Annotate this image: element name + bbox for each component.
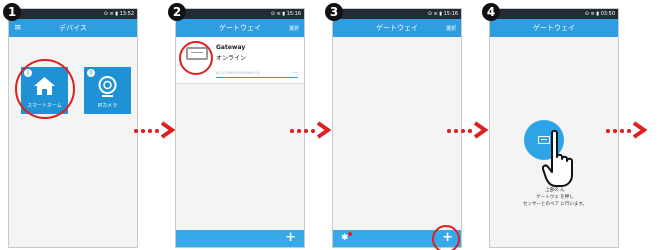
- pairing-instructions: 上部の ん ゲートウェ を押し センサーとのペア に行います。: [498, 187, 612, 208]
- phone-screen-4: ▪ ⊙ ≋ ▮ 03:50 ゲートウェイ 上部の ん ゲートウェ を押し センサ…: [489, 8, 619, 248]
- instruction-line: センサーとのペア に行います。: [523, 202, 587, 207]
- gateway-name: Gateway: [216, 44, 246, 51]
- highlight-ring: [179, 41, 213, 75]
- chevron-right-icon: [316, 121, 332, 139]
- camera-icon: [98, 76, 117, 97]
- chevron-right-icon: [632, 121, 648, 139]
- bottom-bar: +: [176, 230, 304, 247]
- page-title: ゲートウェイ: [533, 24, 575, 32]
- step-badge-4: 4: [482, 3, 500, 21]
- app-bar: ゲートウェイ 選択: [333, 19, 461, 37]
- status-indicators: ⊙ ≋ ▮ 13:52: [103, 11, 134, 17]
- page-title: ゲートウェイ: [376, 24, 418, 32]
- status-indicators: ⊙ ≋ ▮ 15:16: [270, 11, 301, 17]
- page-title: デバイス: [59, 24, 87, 32]
- tile-label: IPカメラ: [97, 103, 118, 109]
- step-badge-1: 1: [3, 3, 21, 21]
- divider: [216, 77, 298, 78]
- status-indicators: ⊙ ≋ ▮ 15:16: [427, 11, 458, 17]
- status-bar: ▪ ⊙ ≋ ▮ 15:16: [333, 9, 461, 19]
- device-count-badge: 0: [87, 69, 95, 77]
- gateway-serial: A11C5R60295NW9H7A: [216, 71, 261, 75]
- app-bar: ゲートウェイ 選択: [176, 19, 304, 37]
- select-button[interactable]: 選択: [446, 25, 456, 32]
- app-bar: ≡ デバイス: [9, 19, 137, 37]
- notification-dot: [348, 232, 352, 236]
- page-title: ゲートウェイ: [219, 24, 261, 32]
- highlight-ring: [15, 59, 75, 119]
- hamburger-menu-icon[interactable]: ≡: [14, 23, 22, 33]
- step-badge-3: 3: [325, 3, 343, 21]
- phone-screen-3: ▪ ⊙ ≋ ▮ 15:16 ゲートウェイ 選択 ✱ +: [332, 8, 462, 248]
- add-button[interactable]: +: [285, 231, 296, 245]
- instruction-line: 上部の ん: [545, 188, 565, 193]
- gateway-status: オンライン: [216, 55, 247, 62]
- tile-ip-camera[interactable]: 0 IPカメラ: [84, 67, 131, 114]
- instruction-line: ゲートウェ を押し: [536, 195, 574, 200]
- highlight-ring: [432, 225, 460, 250]
- step-badge-2: 2: [168, 3, 186, 21]
- status-bar: ▪ ⊙ ≋ ▮ 03:50: [490, 9, 618, 19]
- more-options-button[interactable]: ...: [292, 68, 298, 75]
- status-bar: ▪ ⊙ ≋ ▮ 13:52: [9, 9, 137, 19]
- select-button[interactable]: 選択: [289, 25, 299, 32]
- status-bar: ▪ ⊙ ≋ ▮ 15:16: [176, 9, 304, 19]
- chevron-right-icon: [473, 121, 489, 139]
- tap-hand-icon: [542, 129, 573, 187]
- phone-screen-1: ▪ ⊙ ≋ ▮ 13:52 ≡ デバイス 1 スマートホーム 0 IPカメラ: [8, 8, 138, 248]
- app-bar: ゲートウェイ: [490, 19, 618, 37]
- chevron-right-icon: [160, 121, 176, 139]
- status-indicators: ⊙ ≋ ▮ 03:50: [584, 11, 615, 17]
